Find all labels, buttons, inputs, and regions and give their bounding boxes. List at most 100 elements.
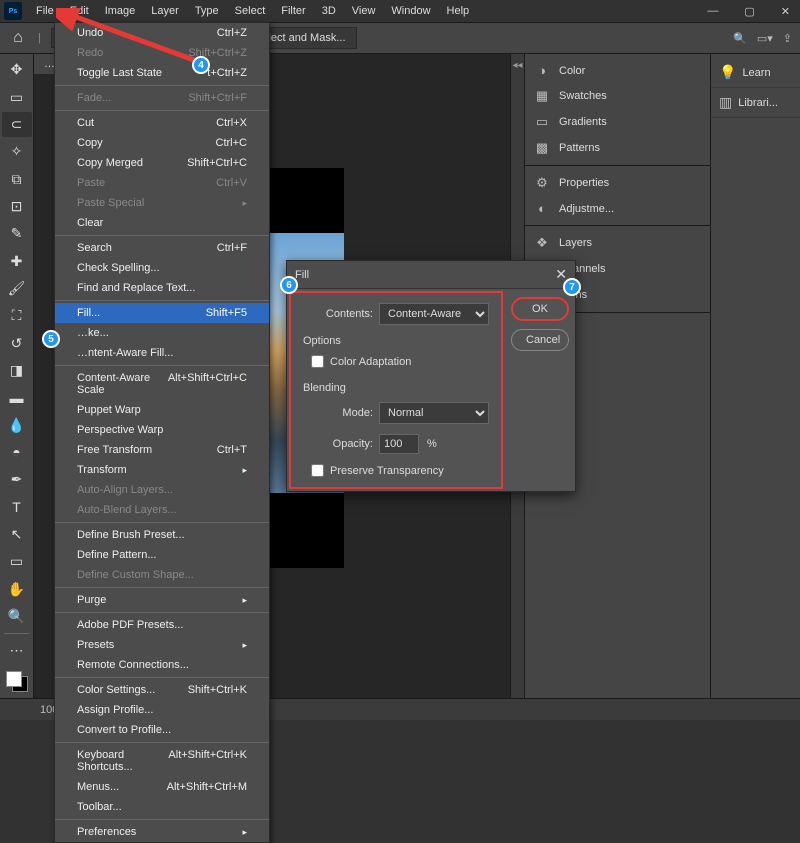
menu-help[interactable]: Help [439,2,478,20]
dodge-tool[interactable]: ◓ [2,440,32,465]
menu-item-menus[interactable]: Menus...Alt+Shift+Ctrl+M [55,777,269,797]
menu-select[interactable]: Select [227,2,274,20]
menu-edit[interactable]: Edit [62,2,97,20]
menu-view[interactable]: View [344,2,384,20]
menu-item-toolbar[interactable]: Toolbar... [55,797,269,817]
menu-item-keyboard-shortcuts[interactable]: Keyboard Shortcuts...Alt+Shift+Ctrl+K [55,745,269,777]
panel-adjustme[interactable]: ◐Adjustme... [525,196,710,221]
hand-tool[interactable]: ✋ [2,577,32,602]
libraries-panel-button[interactable]: ▥ Librari... [711,88,800,118]
maximize-button[interactable]: ▢ [738,3,760,20]
zoom-tool[interactable]: 🔍 [2,604,32,629]
home-icon[interactable]: ⌂ [8,28,28,48]
panel-swatches[interactable]: ▦Swatches [525,83,710,109]
mode-dropdown[interactable]: Normal [379,402,489,424]
panel-color[interactable]: ◑Color [525,58,710,83]
menu-layer[interactable]: Layer [143,2,187,20]
menu-item-presets[interactable]: Presets [55,635,269,655]
healing-brush-tool[interactable]: ✚ [2,248,32,273]
options-section-label: Options [303,335,489,347]
mode-label: Mode: [303,407,373,419]
menu-item-copy[interactable]: CopyCtrl+C [55,133,269,153]
menu-item-define-brush-preset[interactable]: Define Brush Preset... [55,525,269,545]
menu-image[interactable]: Image [97,2,144,20]
dialog-titlebar[interactable]: Fill ✕ [287,261,575,289]
menu-filter[interactable]: Filter [273,2,313,20]
color-swatches[interactable] [6,671,28,692]
search-icon[interactable]: 🔍 [733,32,747,45]
menu-item-auto-align-layers: Auto-Align Layers... [55,480,269,500]
cancel-button[interactable]: Cancel [511,329,569,351]
menu-item-fill[interactable]: Fill...Shift+F5 [55,303,269,323]
eyedropper-tool[interactable]: ✎ [2,221,32,246]
window-controls: — ▢ ✕ [701,3,796,20]
menu-item-define-pattern[interactable]: Define Pattern... [55,545,269,565]
menu-item-find-and-replace-text[interactable]: Find and Replace Text... [55,278,269,298]
menu-item-adobe-pdf-presets[interactable]: Adobe PDF Presets... [55,615,269,635]
lasso-tool[interactable]: ⊂ [2,112,32,137]
menu-item-check-spelling[interactable]: Check Spelling... [55,258,269,278]
edit-toolbar-button[interactable]: ⋯ [2,638,32,663]
blending-section-label: Blending [303,382,489,394]
pen-tool[interactable]: ✒ [2,467,32,492]
magic-wand-tool[interactable]: ✧ [2,139,32,164]
tools-panel: ✥ ▭ ⊂ ✧ ⧉ ⊡ ✎ ✚ 🖌 ⛶ ↺ ◨ ▬ 💧 ◓ ✒ T ↖ ▭ ✋ … [0,54,34,698]
contents-dropdown[interactable]: Content-Aware [379,303,489,325]
menu-item-free-transform[interactable]: Free TransformCtrl+T [55,440,269,460]
menu-item-toggle-last-state[interactable]: Toggle Last Statet+Ctrl+Z [55,63,269,83]
fill-options-area: Contents: Content-Aware Options Color Ad… [289,291,503,489]
menu-item-ntent-aware-fill[interactable]: …ntent-Aware Fill... [55,343,269,363]
workspace-switcher-icon[interactable]: ▭▾ [757,32,773,45]
menu-item-convert-to-profile[interactable]: Convert to Profile... [55,720,269,740]
menu-type[interactable]: Type [187,2,227,20]
menu-bar: File Edit Image Layer Type Select Filter… [28,2,477,20]
share-icon[interactable]: ⇪ [783,32,792,45]
opacity-input[interactable] [379,434,419,454]
menu-item-puppet-warp[interactable]: Puppet Warp [55,400,269,420]
menu-item-cut[interactable]: CutCtrl+X [55,113,269,133]
clone-stamp-tool[interactable]: ⛶ [2,303,32,328]
menu-item-transform[interactable]: Transform [55,460,269,480]
ok-button[interactable]: OK [511,297,569,321]
panel-properties[interactable]: ⚙Properties [525,170,710,196]
frame-tool[interactable]: ⊡ [2,194,32,219]
gradient-tool[interactable]: ▬ [2,385,32,410]
marquee-tool[interactable]: ▭ [2,84,32,109]
close-button[interactable]: ✕ [775,3,796,20]
crop-tool[interactable]: ⧉ [2,166,32,191]
color-adaptation-checkbox[interactable]: Color Adaptation [303,355,489,368]
brush-tool[interactable]: 🖌 [2,276,32,301]
menu-item-define-custom-shape: Define Custom Shape... [55,565,269,585]
history-brush-tool[interactable]: ↺ [2,330,32,355]
dialog-close-icon[interactable]: ✕ [555,266,567,283]
menu-item-search[interactable]: SearchCtrl+F [55,238,269,258]
learn-panel-button[interactable]: 💡 Learn [711,58,800,88]
menu-item-perspective-warp[interactable]: Perspective Warp [55,420,269,440]
menu-item-undo[interactable]: UndoCtrl+Z [55,23,269,43]
menu-item-assign-profile[interactable]: Assign Profile... [55,700,269,720]
menu-3d[interactable]: 3D [314,2,344,20]
panel-layers[interactable]: ❖Layers [525,230,710,256]
preserve-transparency-checkbox[interactable]: Preserve Transparency [303,464,489,477]
menu-item-clear[interactable]: Clear [55,213,269,233]
menu-item-content-aware-scale[interactable]: Content-Aware ScaleAlt+Shift+Ctrl+C [55,368,269,400]
minimize-button[interactable]: — [701,3,724,20]
type-tool[interactable]: T [2,495,32,520]
menu-window[interactable]: Window [383,2,438,20]
menu-item-ke[interactable]: …ke... [55,323,269,343]
path-selection-tool[interactable]: ↖ [2,522,32,547]
menu-item-purge[interactable]: Purge [55,590,269,610]
panel-gradients[interactable]: ▭Gradients [525,109,710,135]
blur-tool[interactable]: 💧 [2,412,32,437]
menu-file[interactable]: File [28,2,62,20]
menu-item-copy-merged[interactable]: Copy MergedShift+Ctrl+C [55,153,269,173]
menu-item-remote-connections[interactable]: Remote Connections... [55,655,269,675]
rectangle-tool[interactable]: ▭ [2,549,32,574]
move-tool[interactable]: ✥ [2,57,32,82]
menu-item-color-settings[interactable]: Color Settings...Shift+Ctrl+K [55,680,269,700]
menu-item-paste: PasteCtrl+V [55,173,269,193]
menu-item-preferences[interactable]: Preferences [55,822,269,842]
panel-patterns[interactable]: ▩Patterns [525,135,710,161]
eraser-tool[interactable]: ◨ [2,358,32,383]
opacity-unit: % [427,438,437,450]
